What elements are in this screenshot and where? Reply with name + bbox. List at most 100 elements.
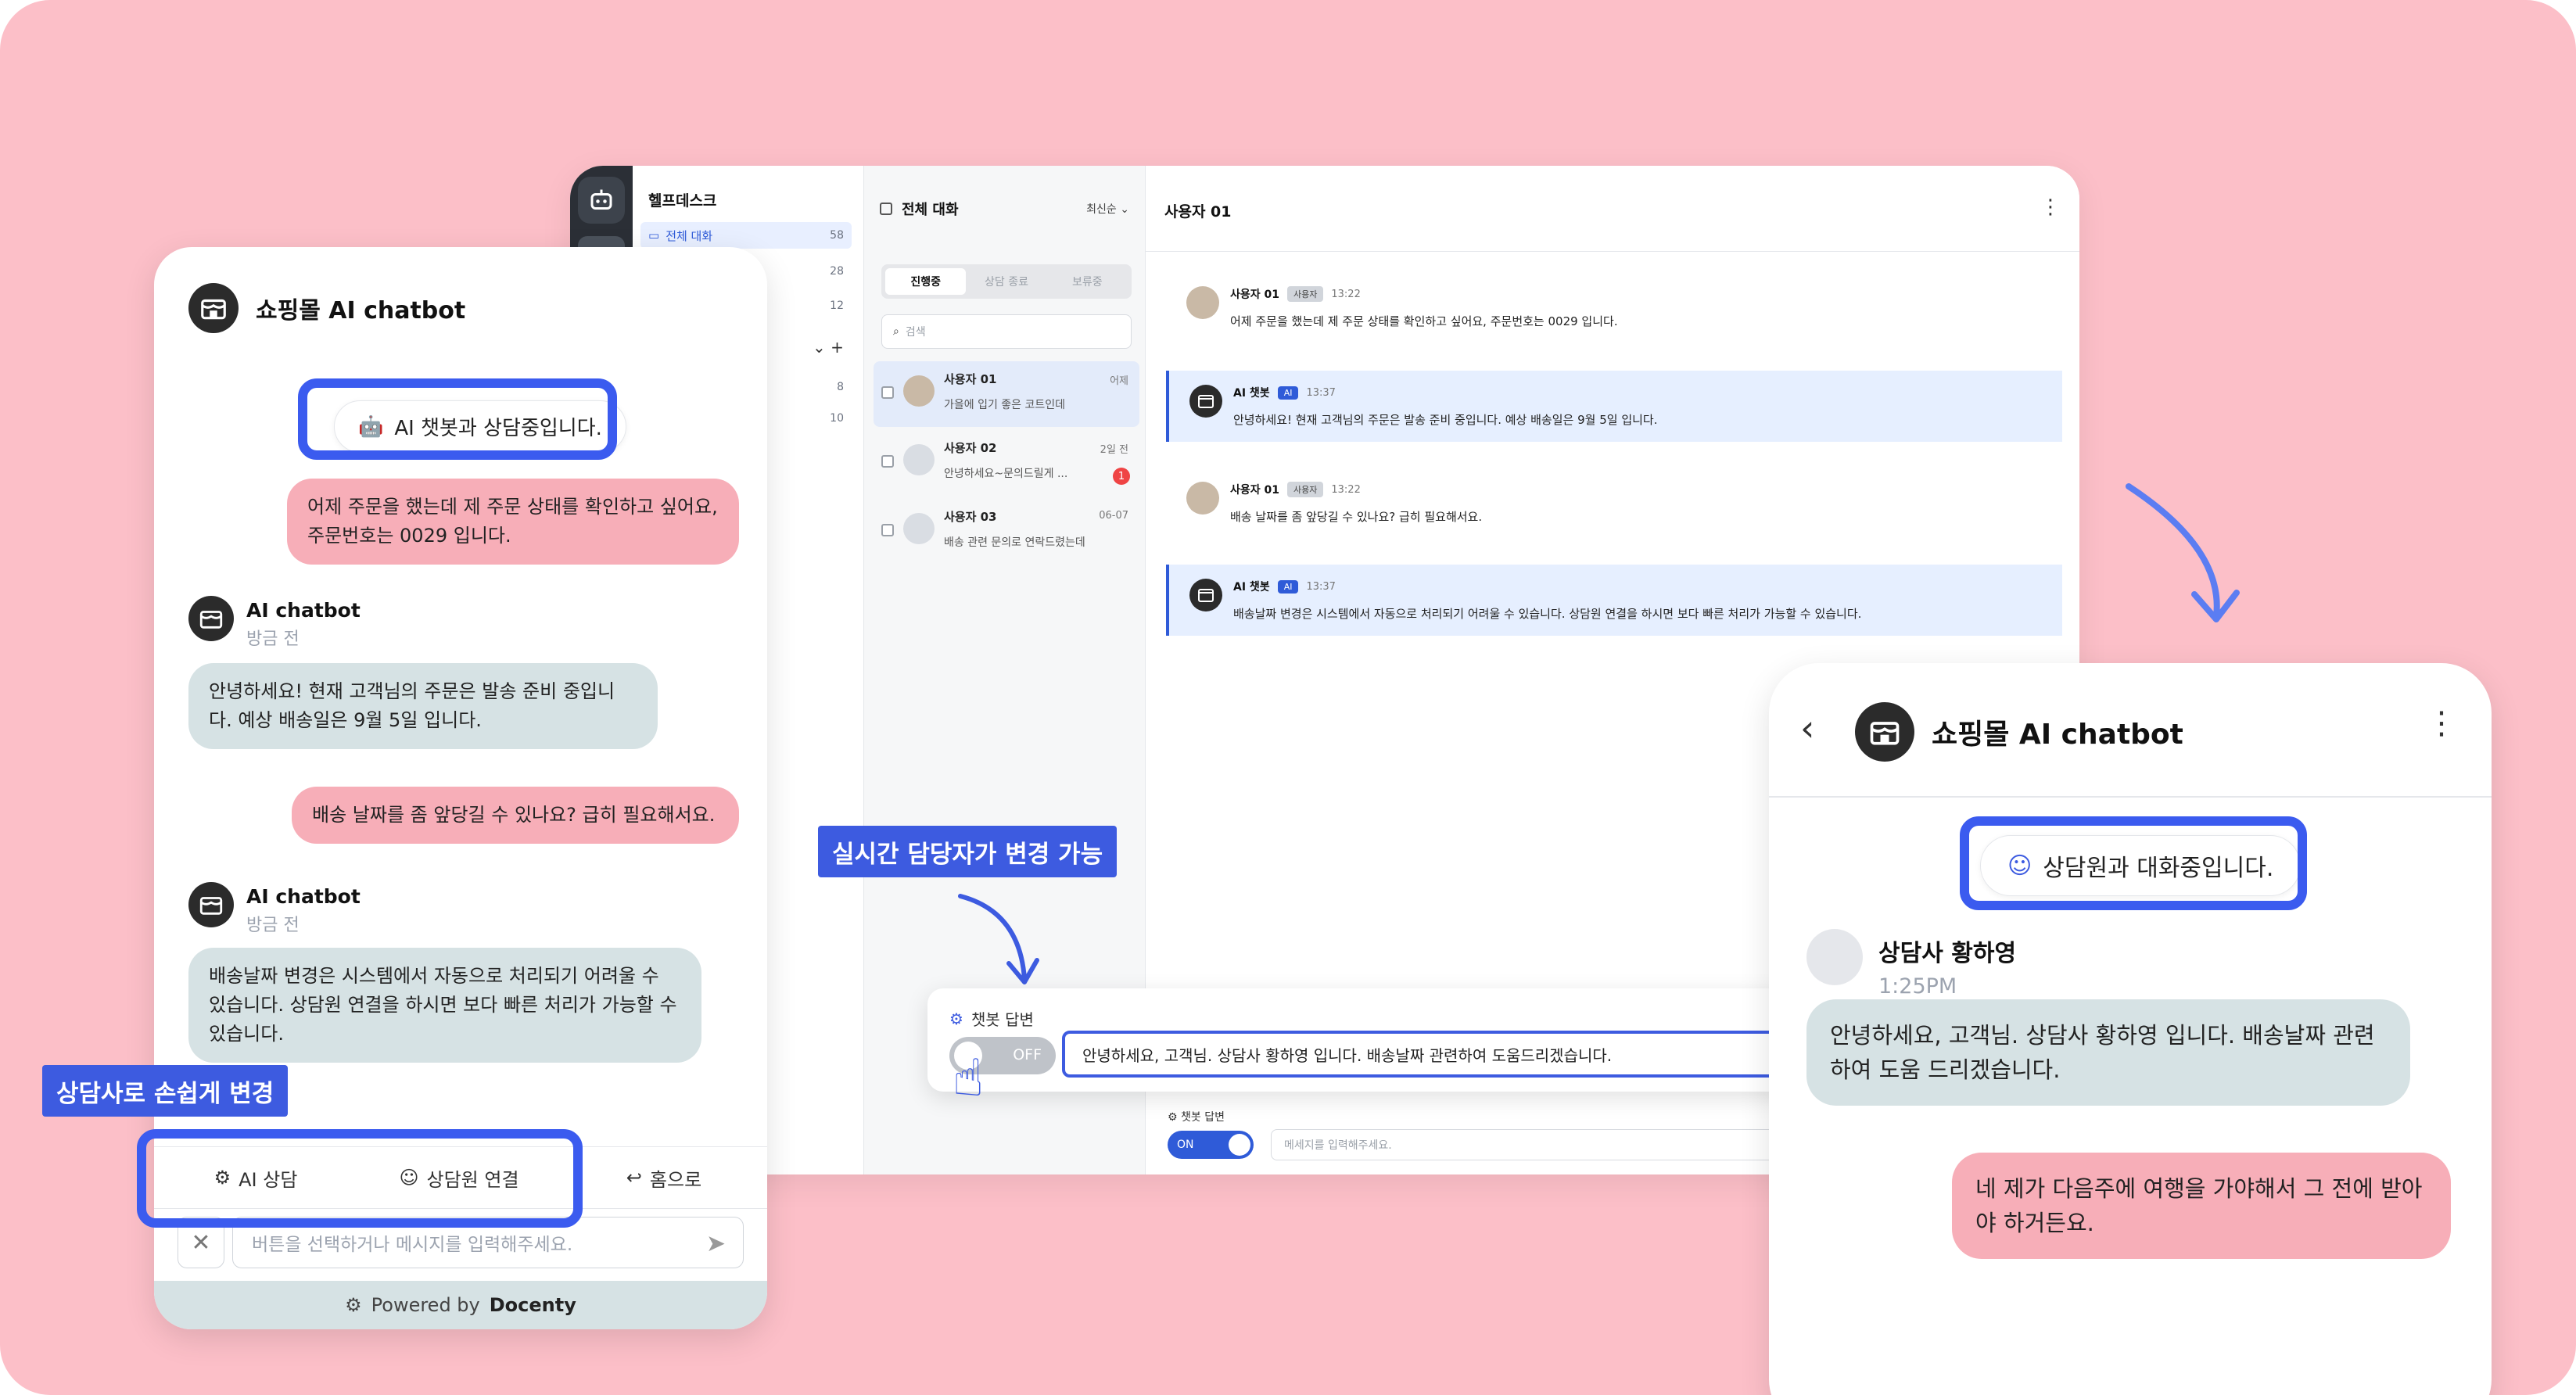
agent-name: 상담사 황하영 <box>1878 940 2017 967</box>
message-time: 13:22 <box>1331 288 1361 300</box>
conversation-name: 사용자 01 <box>944 372 997 386</box>
sort-label: 최신순 <box>1086 203 1117 216</box>
message-text: 배송 날짜를 좀 앞당길 수 있나요? 급히 필요해서요. <box>1230 510 1483 524</box>
powered-by-footer: ⚙ Powered by Docenty <box>154 1281 767 1329</box>
row-checkbox[interactable] <box>881 524 894 536</box>
message-tag: AI <box>1277 386 1299 400</box>
sender-time: 방금 전 <box>246 916 300 935</box>
conversation-header: 사용자 01 ⋮ <box>1146 166 2079 252</box>
powered-brand: Docenty <box>489 1294 576 1316</box>
conversation-title: 사용자 01 <box>1164 203 1232 221</box>
store-icon <box>188 596 234 641</box>
search-input[interactable]: ⌕ 검색 <box>881 314 1132 349</box>
select-all-checkbox[interactable] <box>880 203 892 215</box>
sidebar-title: 헬프데스크 <box>648 192 717 210</box>
sidebar-item-label: 전체 대화 <box>666 228 713 243</box>
more-icon[interactable]: ⋮ <box>2040 195 2061 219</box>
sidebar-item-all-conversations[interactable]: ▭ 전체 대화 58 <box>640 222 852 249</box>
docenty-logo-icon: ⚙ <box>345 1294 362 1316</box>
message: AI 챗봇 AI 13:37 안녕하세요! 현재 고객님의 주문은 발송 준비 중입… <box>1166 371 2062 442</box>
agent-message-text: 안녕하세요, 고객님. 상담사 황하영 입니다. 배송날짜 관련하여 도움드리겠… <box>1082 1045 1613 1065</box>
more-icon[interactable]: ⋮ <box>2426 705 2457 741</box>
message-input-placeholder: 버튼을 선택하거나 메시지를 입력해주세요. <box>252 1235 573 1255</box>
tab-on-hold[interactable]: 보류중 <box>1047 268 1128 295</box>
message-sender: 사용자 01 <box>1230 484 1279 497</box>
conversation-time: 06-07 <box>1099 510 1128 522</box>
message-tag: AI <box>1277 579 1299 594</box>
message: AI 챗봇 AI 13:37 배송날짜 변경은 시스템에서 자동으로 처리되기 어려… <box>1166 565 2062 636</box>
toggle-knob <box>1229 1134 1250 1156</box>
avatar <box>1806 929 1863 985</box>
row-checkbox[interactable] <box>881 386 894 399</box>
bot-message-bubble: 배송날짜 변경은 시스템에서 자동으로 처리되기 어려울 수 있습니다. 상담원… <box>188 948 701 1063</box>
return-icon: ↩ <box>626 1167 642 1189</box>
row-checkbox[interactable] <box>881 455 894 468</box>
tab-closed[interactable]: 상담 종료 <box>966 268 1046 295</box>
search-placeholder: 검색 <box>905 326 926 339</box>
message-time: 13:37 <box>1306 386 1336 399</box>
bot-icon: ⚙ <box>949 1009 963 1028</box>
avatar <box>903 375 935 407</box>
status-segment: 진행중 상담 종료 보류중 <box>881 264 1132 299</box>
chat-icon: ▭ <box>648 228 660 242</box>
store-icon <box>188 283 239 333</box>
bot-reply-toggle[interactable]: ON <box>1168 1131 1254 1159</box>
user-message-bubble: 네 제가 다음주에 여행을 가야해서 그 전에 받아야 하거든요. <box>1952 1153 2451 1259</box>
back-arrow-icon[interactable]: ‹ <box>1800 707 1814 749</box>
add-icon[interactable]: ⌄ + <box>813 338 844 357</box>
message-sender: AI 챗봇 <box>1233 387 1270 400</box>
sidebar-item-count: 28 <box>830 265 844 278</box>
message-tag: 사용자 <box>1287 286 1324 302</box>
message-input-placeholder: 메세지를 입력해주세요. <box>1284 1139 1392 1152</box>
search-icon: ⌕ <box>893 325 899 338</box>
avatar <box>1186 286 1219 319</box>
store-icon <box>1189 385 1222 418</box>
tab-in-progress[interactable]: 진행중 <box>885 268 967 295</box>
conversation-preview: 안녕하세요~문의드릴게 ... <box>944 468 1068 480</box>
status-highlight-frame <box>1960 816 2307 910</box>
widget-title: 쇼핑몰 AI chatbot <box>256 297 466 325</box>
agent-message-input[interactable]: 안녕하세요, 고객님. 상담사 황하영 입니다. 배송날짜 관련하여 도움드리겠… <box>1062 1031 1800 1078</box>
sidebar-item-count: 12 <box>830 299 844 312</box>
callout-realtime-change: 실시간 담당자가 변경 가능 <box>818 826 1118 877</box>
list-item[interactable]: 사용자 01 어제 가을에 입기 좋은 코트인데 <box>874 361 1139 427</box>
status-highlight-frame <box>298 378 617 460</box>
message-tag: 사용자 <box>1287 482 1324 497</box>
arrow-icon <box>958 894 1039 984</box>
user-message-bubble: 어제 주문을 했는데 제 주문 상태를 확인하고 싶어요, 주문번호는 0029… <box>287 479 739 565</box>
phone-title: 쇼핑몰 AI chatbot <box>1932 719 2183 751</box>
avatar <box>903 513 935 544</box>
send-icon[interactable]: ➤ <box>706 1230 726 1257</box>
toggle-state: ON <box>1177 1139 1194 1151</box>
powered-prefix: Powered by <box>371 1294 480 1316</box>
message-sender: 사용자 01 <box>1230 289 1279 301</box>
list-item[interactable]: 사용자 03 06-07 배송 관련 문의로 연락드렸는데 <box>874 499 1139 565</box>
user-message-bubble: 배송 날짜를 좀 앞당길 수 있나요? 급히 필요해서요. <box>292 787 739 844</box>
list-title: 전체 대화 <box>902 202 959 218</box>
phone-header: ‹ 쇼핑몰 AI chatbot ⋮ <box>1769 663 2492 798</box>
list-item[interactable]: 사용자 02 2일 전 안녕하세요~문의드릴게 ... 1 <box>874 430 1139 496</box>
home-button[interactable]: ↩ 홈으로 <box>561 1147 767 1208</box>
message-sender: AI 챗봇 <box>1233 581 1270 594</box>
widget-header: 쇼핑몰 AI chatbot <box>188 283 465 333</box>
conversation-preview: 가을에 입기 좋은 코트인데 <box>944 399 1066 411</box>
unread-badge: 1 <box>1113 468 1130 485</box>
phone-title-group: 쇼핑몰 AI chatbot <box>1855 702 2183 762</box>
agent-sender: 상담사 황하영 1:25PM <box>1806 929 2016 999</box>
message-time: 13:37 <box>1306 580 1336 593</box>
list-header: 전체 대화 최신순 ⌄ <box>880 197 1129 221</box>
bot-message-bubble: 안녕하세요! 현재 고객님의 주문은 발송 준비 중입니다. 예상 배송일은 9… <box>188 663 658 749</box>
bot-sender: AI chatbot 방금 전 <box>188 596 361 650</box>
robot-icon[interactable] <box>578 177 625 224</box>
sidebar-item-count: 8 <box>837 381 844 393</box>
sidebar-item-count: 58 <box>830 229 844 242</box>
bot-reply-label-text: 챗봇 답변 <box>970 1010 1034 1029</box>
message-input[interactable]: 메세지를 입력해주세요. <box>1271 1129 1818 1160</box>
store-icon <box>1189 579 1222 611</box>
message-text: 안녕하세요! 현재 고객님의 주문은 발송 준비 중입니다. 예상 배송일은 9… <box>1233 413 1658 427</box>
bot-reply-label: ⚙ 챗봇 답변 <box>1168 1109 1225 1124</box>
store-icon <box>188 882 234 927</box>
message-text: 배송날짜 변경은 시스템에서 자동으로 처리되기 어려울 수 있습니다. 상담원… <box>1233 607 1862 621</box>
sort-dropdown[interactable]: 최신순 ⌄ <box>1086 201 1129 217</box>
sender-name: AI chatbot <box>246 599 361 622</box>
